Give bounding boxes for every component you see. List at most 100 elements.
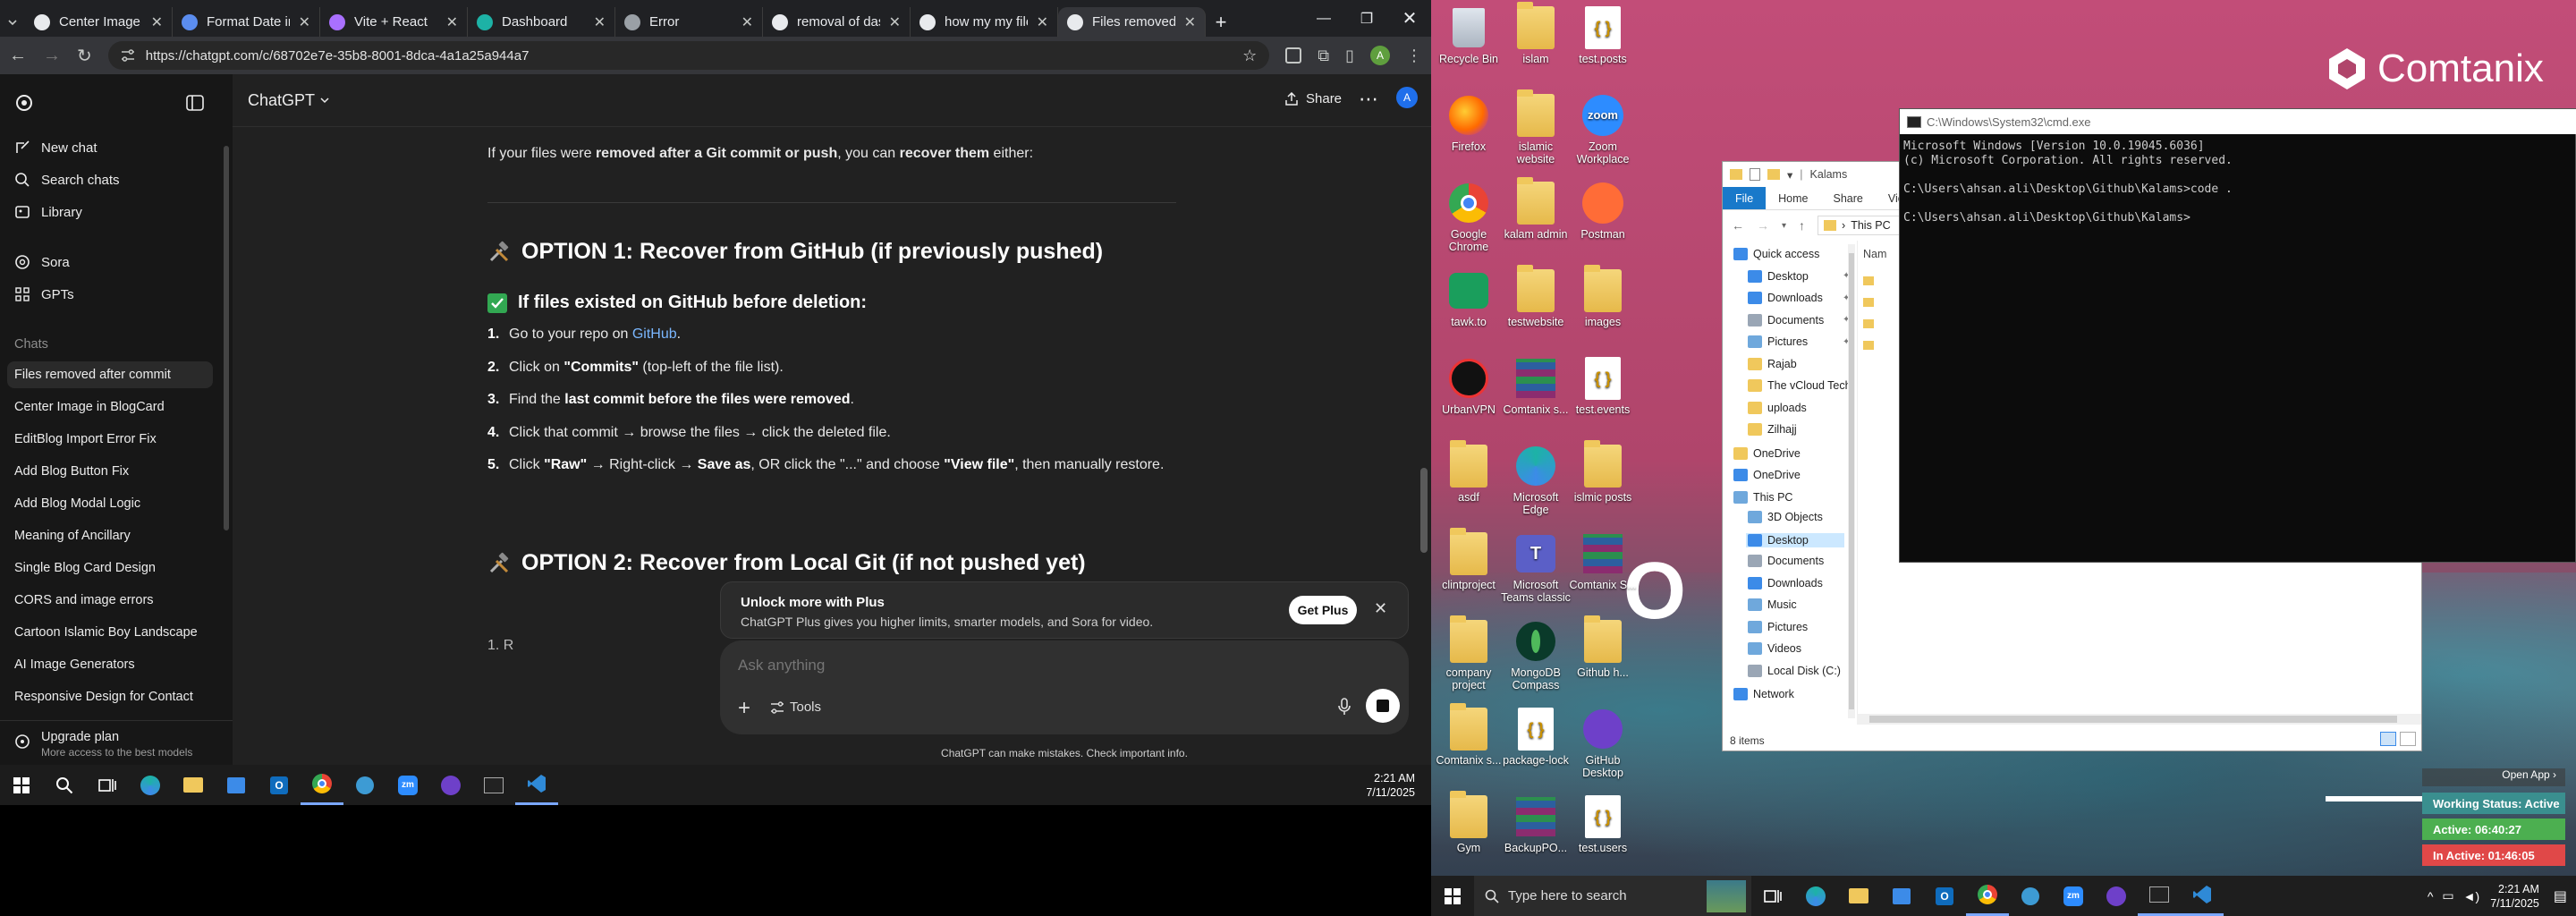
chat-history-item[interactable]: Add Blog Modal Logic — [14, 496, 140, 511]
store-icon[interactable] — [215, 765, 258, 805]
network-icon[interactable]: ▭ — [2442, 888, 2453, 903]
desktop-icon-rar[interactable]: Comtanix s... — [1501, 356, 1571, 416]
desktop-icon-folder[interactable]: asdf — [1434, 440, 1504, 504]
desktop-icon-folder[interactable]: Github h... — [1568, 615, 1638, 679]
sidebar-panel-icon[interactable]: ▯ — [1345, 47, 1354, 65]
start-windows-icon[interactable] — [1431, 876, 1474, 916]
nav-item[interactable]: Documents — [1748, 555, 1824, 567]
clock[interactable]: 2:21 AM 7/11/2025 — [2490, 882, 2554, 911]
browser-tab[interactable]: Dashboard ✕ — [468, 7, 615, 37]
desktop-icon-folder[interactable]: clintproject — [1434, 528, 1504, 591]
search-icon[interactable] — [43, 765, 86, 805]
site-settings-icon[interactable] — [121, 49, 135, 62]
ribbon-tab-share[interactable]: Share — [1821, 187, 1876, 209]
desktop-icon-json[interactable]: { } package-lock — [1501, 707, 1571, 767]
browser-tab[interactable]: Vite + React ✕ — [320, 7, 468, 37]
close-upsell-icon[interactable]: ✕ — [1374, 599, 1387, 618]
share-button[interactable]: Share — [1284, 91, 1342, 106]
chat-history-item[interactable]: CORS and image errors — [14, 593, 154, 607]
start-windows-icon[interactable] — [0, 765, 43, 805]
desktop-icon-json[interactable]: { } test.users — [1568, 794, 1638, 854]
nav-item[interactable]: Network — [1733, 688, 1794, 700]
url-bar[interactable]: https://chatgpt.com/c/68702e7e-35b8-8001… — [107, 41, 1270, 70]
edge-icon[interactable] — [129, 765, 172, 805]
zoom-icon[interactable]: zm — [2052, 876, 2095, 916]
desktop-icon-edge[interactable]: Microsoft Edge — [1501, 444, 1571, 516]
model-selector[interactable]: ChatGPT — [248, 91, 329, 110]
more-options-icon[interactable]: ⋯ — [1359, 88, 1378, 111]
close-tab-icon[interactable]: ✕ — [151, 13, 163, 31]
desktop-icon-github[interactable]: GitHub Desktop — [1568, 707, 1638, 779]
taskbar-search-box[interactable]: Type here to search — [1474, 876, 1751, 916]
path-segment[interactable]: This PC — [1851, 219, 1890, 232]
close-tab-icon[interactable]: ✕ — [1184, 13, 1196, 31]
desktop-icon-folder[interactable]: islamic website — [1501, 89, 1571, 165]
close-tab-icon[interactable]: ✕ — [741, 13, 753, 31]
desktop-icon-mongo[interactable]: MongoDB Compass — [1501, 619, 1571, 691]
chat-history-item[interactable]: Meaning of Ancillary — [14, 529, 131, 543]
nav-item[interactable]: Pictures — [1748, 620, 1808, 633]
nav-item[interactable]: Music — [1748, 598, 1797, 611]
desktop-icon-folder[interactable]: company project — [1434, 615, 1504, 691]
close-tab-icon[interactable]: ✕ — [299, 13, 310, 31]
nav-item[interactable]: Local Disk (C:) — [1748, 664, 1841, 677]
outlook-icon[interactable]: O — [1923, 876, 1966, 916]
name-column-header[interactable]: Nam — [1863, 248, 1886, 260]
chat-history-item[interactable]: Responsive Design for Contact — [14, 690, 193, 704]
nav-item[interactable]: Quick access — [1733, 248, 1819, 260]
search-chats-button[interactable]: Search chats — [14, 169, 120, 191]
github-link[interactable]: GitHub — [632, 327, 677, 342]
folder-icon[interactable] — [1863, 298, 1874, 307]
nav-pane-scrollbar[interactable] — [1848, 244, 1855, 718]
browser-tab[interactable]: Files removed after commit ✕ — [1058, 7, 1206, 37]
nav-item[interactable]: Videos — [1748, 642, 1801, 655]
file-pane-scrollbar[interactable] — [1857, 714, 2421, 725]
browser-tab[interactable]: removal of dashboard ✕ — [763, 7, 911, 37]
nav-item[interactable]: Pictures ✦ — [1748, 335, 1850, 348]
app-icon[interactable] — [343, 765, 386, 805]
user-avatar[interactable]: A — [1396, 87, 1418, 108]
nav-item[interactable]: Desktop ✦ — [1748, 269, 1850, 283]
chat-history-item[interactable]: Cartoon Islamic Boy Landscape — [14, 625, 198, 640]
reload-icon[interactable]: ↻ — [77, 45, 92, 67]
desktop-icon-folder[interactable]: Gym — [1434, 791, 1504, 854]
add-attachment-icon[interactable]: + — [738, 696, 750, 721]
new-chat-button[interactable]: New chat — [14, 137, 97, 158]
close-tab-icon[interactable]: ✕ — [446, 13, 458, 31]
system-tray-chevron-icon[interactable]: ^ — [2428, 889, 2434, 903]
app-icon[interactable] — [2009, 876, 2052, 916]
desktop-icon-teams[interactable]: T Microsoft Teams classic — [1501, 531, 1571, 604]
profile-avatar[interactable]: A — [1370, 46, 1390, 65]
desktop-icon-rar[interactable]: Comtanix S... — [1568, 531, 1638, 591]
browser-menu-icon[interactable]: ⋮ — [1406, 47, 1422, 65]
browser-tab[interactable]: Format Date in React ✕ — [173, 7, 320, 37]
task-view-icon[interactable] — [1751, 876, 1794, 916]
close-tab-icon[interactable]: ✕ — [594, 13, 606, 31]
nav-item[interactable]: OneDrive — [1733, 469, 1801, 481]
notifications-icon[interactable]: ▤ — [2554, 887, 2576, 905]
stop-generation-button[interactable] — [1366, 689, 1400, 723]
minimize-button[interactable]: — — [1302, 11, 1345, 27]
file-explorer-icon[interactable] — [172, 765, 215, 805]
library-button[interactable]: Library — [14, 201, 82, 223]
recent-locations-icon[interactable]: ▾ — [1782, 221, 1786, 231]
new-folder-icon[interactable] — [1767, 169, 1780, 180]
large-icons-view-icon[interactable] — [2400, 732, 2416, 746]
extensions-icon[interactable]: ⧉ — [1318, 47, 1329, 65]
nav-item[interactable]: Downloads — [1748, 576, 1823, 589]
forward-icon[interactable]: → — [1757, 218, 1769, 233]
desktop-icon-rar[interactable]: BackupPO... — [1501, 794, 1571, 854]
desktop-icon-folder[interactable]: islmic posts — [1568, 440, 1638, 504]
details-view-icon[interactable] — [2380, 732, 2396, 746]
vscode-icon[interactable] — [515, 765, 558, 805]
open-app-button[interactable]: Open App › — [2422, 768, 2565, 786]
properties-icon[interactable] — [1750, 168, 1760, 181]
folder-icon[interactable] — [1863, 319, 1874, 328]
back-icon[interactable]: ← — [9, 46, 27, 66]
ribbon-tab-home[interactable]: Home — [1766, 187, 1820, 209]
nav-item[interactable]: Documents ✦ — [1748, 313, 1850, 327]
nav-item[interactable]: OneDrive — [1733, 446, 1801, 460]
clock[interactable]: 2:21 AM 7/11/2025 — [1366, 771, 1431, 800]
toggle-sidebar-icon[interactable] — [186, 92, 204, 114]
desktop-icon-json[interactable]: { } test.events — [1568, 356, 1638, 416]
